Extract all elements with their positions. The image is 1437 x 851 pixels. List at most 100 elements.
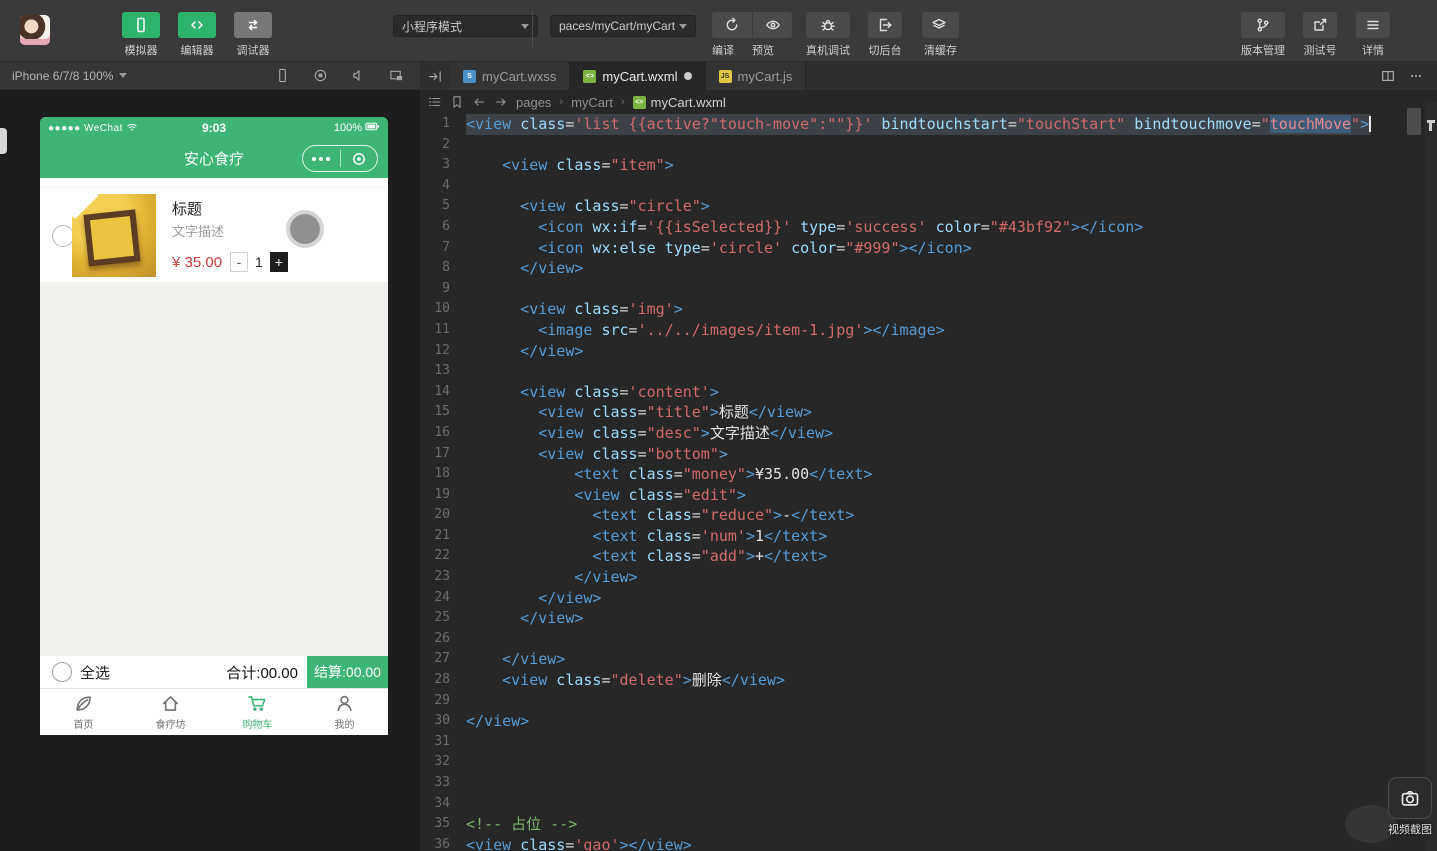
line-number: 29	[434, 692, 450, 708]
code-line-31[interactable]: 31	[420, 732, 1437, 753]
code-line-36[interactable]: 36 <view class='gao'></view>	[420, 835, 1437, 851]
mode-button-模拟器[interactable]: 模拟器	[118, 12, 164, 58]
dock-right-icon[interactable]	[420, 62, 450, 90]
code-line-28[interactable]: 28 <view class="delete">删除</view>	[420, 670, 1437, 691]
code-line-14[interactable]: 14 <view class='content'>	[420, 382, 1437, 403]
video-capture-button[interactable]: 视频截图	[1386, 777, 1434, 837]
code-line-21[interactable]: 21 <text class='num'>1</text>	[420, 526, 1437, 547]
code-line-17[interactable]: 17 <view class="bottom">	[420, 444, 1437, 465]
code-line-7[interactable]: 7 <icon wx:else type='circle' color="#999…	[420, 238, 1437, 259]
code-line-27[interactable]: 27 </view>	[420, 649, 1437, 670]
record-icon[interactable]	[313, 68, 328, 83]
split-editor-icon[interactable]	[1377, 65, 1399, 88]
code-line-19[interactable]: 19 <view class="edit">	[420, 485, 1437, 506]
code-line-15[interactable]: 15 <view class="title">标题</view>	[420, 402, 1437, 423]
code-line-12[interactable]: 12 </view>	[420, 341, 1437, 362]
touch-pointer-indicator	[290, 214, 320, 244]
action-详情[interactable]: 详情	[1356, 12, 1390, 58]
action-预览[interactable]	[752, 12, 792, 38]
phone-icon	[133, 17, 149, 33]
code-line-13[interactable]: 13	[420, 361, 1437, 382]
code-line-11[interactable]: 11 <image src='../../images/item-1.jpg'><…	[420, 320, 1437, 341]
code-icon	[189, 17, 205, 33]
mode-select[interactable]: 小程序模式	[393, 15, 538, 37]
code-line-29[interactable]: 29	[420, 691, 1437, 712]
checkout-button[interactable]: 结算:00.00	[307, 656, 388, 688]
bookmark-icon[interactable]	[450, 95, 464, 109]
avatar[interactable]	[20, 15, 50, 45]
code-line-20[interactable]: 20 <text class="reduce">-</text>	[420, 505, 1437, 526]
breadcrumb-folder[interactable]: myCart	[571, 95, 613, 110]
mode-button-label: 模拟器	[124, 45, 158, 57]
exit-target-icon[interactable]	[341, 150, 378, 168]
more-actions-icon[interactable]	[1405, 65, 1427, 88]
code-line-23[interactable]: 23 </view>	[420, 567, 1437, 588]
mute-icon[interactable]	[351, 68, 366, 83]
code-line-24[interactable]: 24 </view>	[420, 588, 1437, 609]
code-editor[interactable]: 1 <view class='list {{active?"touch-move"…	[420, 114, 1437, 851]
code-line-34[interactable]: 34	[420, 794, 1437, 815]
plus-button[interactable]: +	[269, 252, 288, 272]
line-number: 9	[442, 280, 450, 296]
code-line-8[interactable]: 8 </view>	[420, 258, 1437, 279]
phone-tab-我的[interactable]: 我的	[301, 689, 388, 735]
action-版本管理[interactable]: 版本管理	[1241, 12, 1285, 58]
forward-arrow-icon[interactable]	[494, 95, 508, 109]
code-line-9[interactable]: 9	[420, 279, 1437, 300]
code-line-26[interactable]: 26	[420, 629, 1437, 650]
editor-tab-myCart.wxss[interactable]: SmyCart.wxss	[450, 62, 571, 90]
breadcrumb-pages[interactable]: pages	[516, 95, 551, 110]
minimap[interactable]	[1425, 102, 1437, 851]
action-编译[interactable]	[712, 12, 752, 38]
page-select[interactable]: paces/myCart/myCart	[550, 15, 696, 37]
code-line-30[interactable]: 30 </view>	[420, 711, 1437, 732]
code-line-35[interactable]: 35 <!-- 占位 -->	[420, 814, 1437, 835]
editor-tab-myCart.wxml[interactable]: <> myCart.wxml	[570, 62, 706, 90]
code-line-16[interactable]: 16 <view class="desc">文字描述</view>	[420, 423, 1437, 444]
item-title: 标题	[172, 201, 203, 218]
phone-tab-购物车[interactable]: 购物车	[214, 689, 301, 735]
code-line-22[interactable]: 22 <text class="add">+</text>	[420, 546, 1437, 567]
code-line-3[interactable]: 3 <view class="item">	[420, 155, 1437, 176]
pip-icon[interactable]	[389, 68, 404, 83]
minus-button[interactable]: -	[230, 252, 248, 272]
code-line-25[interactable]: 25 </view>	[420, 608, 1437, 629]
back-arrow-icon[interactable]	[472, 95, 486, 109]
device-select[interactable]: iPhone 6/7/8 100%	[12, 69, 128, 83]
code-line-5[interactable]: 5 <view class="circle">	[420, 196, 1437, 217]
action-真机调试[interactable]: 真机调试	[806, 12, 850, 58]
arrow-right-icon	[494, 95, 508, 109]
code-line-32[interactable]: 32	[420, 752, 1437, 773]
phone-icon[interactable]	[275, 68, 290, 83]
code-line-6[interactable]: 6 <icon wx:if='{{isSelected}}' type='succ…	[420, 217, 1437, 238]
action-清缓存[interactable]: 清缓存	[922, 12, 959, 58]
item-image[interactable]	[72, 194, 156, 277]
code-line-4[interactable]: 4	[420, 176, 1437, 197]
action-切后台[interactable]: 切后台	[868, 12, 902, 58]
item-checkbox[interactable]	[52, 225, 74, 247]
code-line-1[interactable]: 1 <view class='list {{active?"touch-move"…	[420, 114, 1437, 135]
more-icon[interactable]	[303, 156, 340, 161]
mode-button-调试器[interactable]: 调试器	[230, 12, 276, 58]
action-label: 真机调试	[806, 45, 850, 57]
mode-button-编辑器[interactable]: 编辑器	[174, 12, 220, 58]
person-icon	[334, 693, 355, 714]
select-all-checkbox[interactable]	[52, 662, 72, 682]
line-number: 18	[434, 466, 450, 482]
code-line-33[interactable]: 33	[420, 773, 1437, 794]
code-line-10[interactable]: 10 <view class='img'>	[420, 299, 1437, 320]
outline-icon[interactable]	[428, 95, 442, 109]
code-line-2[interactable]: 2	[420, 135, 1437, 156]
breadcrumb-file[interactable]: <> myCart.wxml	[632, 95, 726, 110]
editor-tab-myCart.js[interactable]: JS myCart.js	[705, 62, 807, 90]
video-capture-label: 视频截图	[1388, 824, 1432, 836]
phone-tab-食疗坊[interactable]: 食疗坊	[127, 689, 214, 735]
action-测试号[interactable]: 测试号	[1303, 12, 1337, 58]
action-label: 清缓存	[924, 45, 957, 57]
code-line-18[interactable]: 18 <text class="money">¥35.00</text>	[420, 464, 1437, 485]
panel-edge-handle[interactable]	[0, 128, 7, 154]
capsule-menu	[302, 145, 378, 172]
scrollbar-thumb[interactable]	[1407, 108, 1421, 135]
line-number: 23	[434, 569, 450, 585]
phone-tab-首页[interactable]: 首页	[40, 689, 127, 735]
